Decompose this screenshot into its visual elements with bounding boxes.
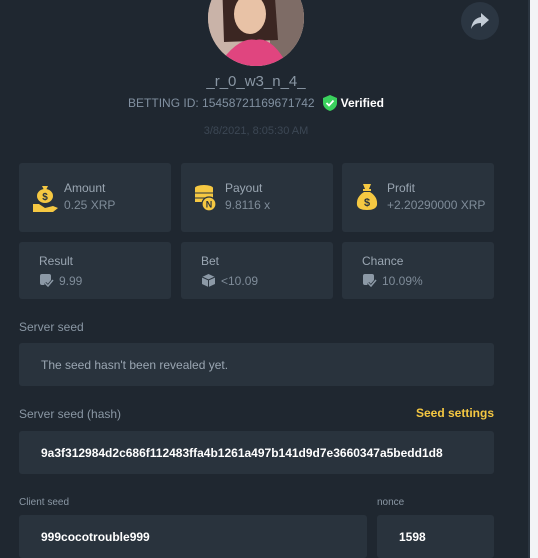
betting-id: BETTING ID: 15458721169671742 xyxy=(128,96,315,110)
dice-icon xyxy=(201,274,216,287)
chance-card: Chance 10.09% xyxy=(342,242,494,299)
money-bag-icon: $ xyxy=(356,184,378,210)
payout-value: 9.8116 x xyxy=(225,198,271,212)
client-seed-label: Client seed xyxy=(19,497,70,508)
svg-text:N: N xyxy=(206,200,213,210)
shield-check-icon xyxy=(322,95,337,111)
bet-datetime: 3/8/2021, 8:05:30 AM xyxy=(203,125,309,137)
share-button[interactable] xyxy=(461,2,499,40)
server-seed-field[interactable]: The seed hasn't been revealed yet. xyxy=(19,343,494,386)
avatar xyxy=(208,0,304,66)
money-bag-hand-icon: $ xyxy=(33,186,58,212)
amount-card: $ Amount 0.25 XRP xyxy=(19,163,171,232)
result-value: 9.99 xyxy=(59,274,83,288)
svg-text:$: $ xyxy=(364,197,370,209)
nonce-label: nonce xyxy=(377,497,405,508)
server-seed-label: Server seed xyxy=(19,320,84,334)
profit-label: Profit xyxy=(387,181,416,195)
nonce-field[interactable]: 1598 xyxy=(377,515,494,558)
bet-value: <10.09 xyxy=(221,274,259,288)
dice-check-icon xyxy=(363,274,377,288)
server-seed-hash-label: Server seed (hash) xyxy=(19,407,122,421)
dice-check-icon xyxy=(40,274,54,288)
bet-card: Bet <10.09 xyxy=(181,242,333,299)
betting-id-row: BETTING ID: 15458721169671742 Verified xyxy=(0,95,512,111)
amount-label: Amount xyxy=(64,181,106,195)
server-seed-hash-field[interactable]: 9a3f312984d2c686f112483ffa4b1261a497b141… xyxy=(19,431,494,474)
coin-stack-icon: N xyxy=(195,185,217,212)
verified-label: Verified xyxy=(340,96,384,110)
scrollbar-track[interactable] xyxy=(530,0,538,558)
amount-value: 0.25 XRP xyxy=(64,198,116,212)
payout-card: N Payout 9.8116 x xyxy=(181,163,333,232)
client-seed-field[interactable]: 999cocotrouble999 xyxy=(19,515,367,558)
chance-label: Chance xyxy=(362,254,404,268)
result-label: Result xyxy=(39,254,74,268)
chance-value: 10.09% xyxy=(382,274,423,288)
profit-value: +2.20290000 XRP xyxy=(387,198,486,212)
seed-settings-link[interactable]: Seed settings xyxy=(405,406,494,420)
result-card: Result 9.99 xyxy=(19,242,171,299)
svg-text:$: $ xyxy=(42,192,48,203)
verified-badge: Verified xyxy=(322,95,384,111)
profit-card: $ Profit +2.20290000 XRP xyxy=(342,163,494,232)
bet-label: Bet xyxy=(201,254,220,268)
payout-label: Payout xyxy=(225,181,263,195)
share-arrow-icon xyxy=(471,13,489,29)
username: _r_0_w3_n_4_ xyxy=(206,73,306,90)
